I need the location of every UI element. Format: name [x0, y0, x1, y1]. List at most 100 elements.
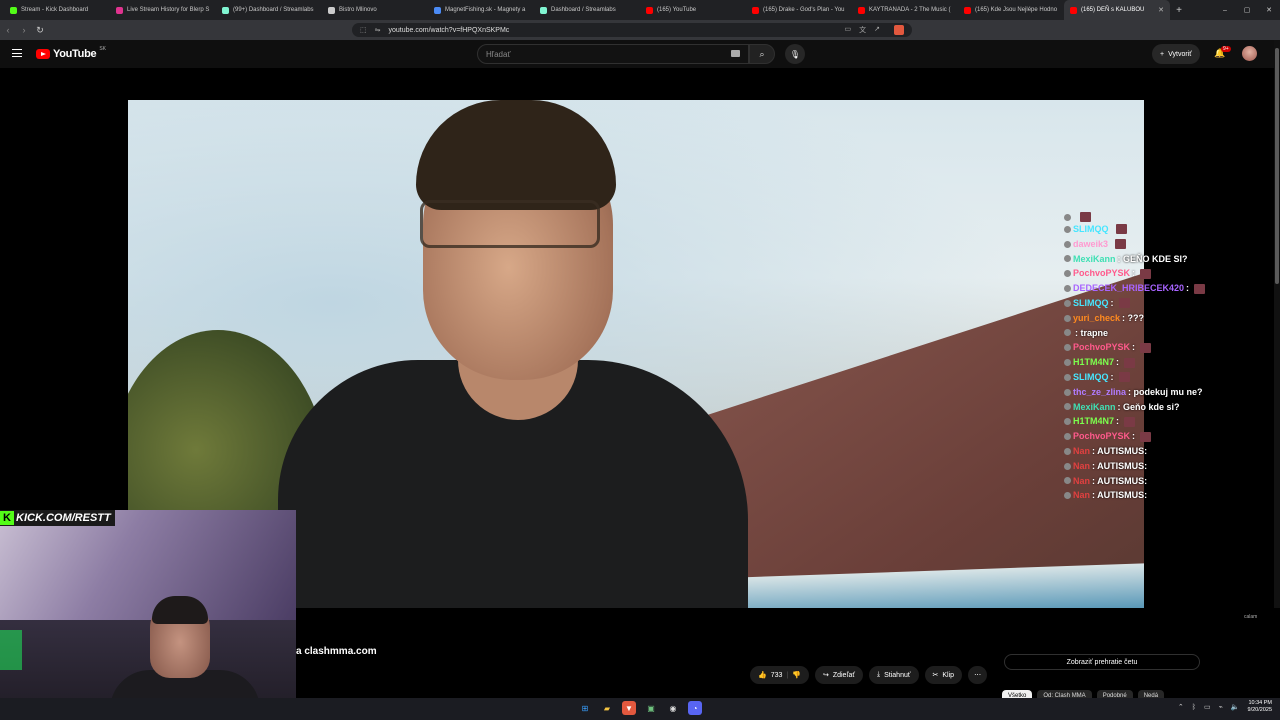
thumbs-down-icon[interactable]: 👎	[792, 671, 801, 679]
browser-tab[interactable]: Bistro Mlinovo	[322, 0, 428, 20]
chat-badge-icon	[1064, 213, 1071, 221]
close-window-icon[interactable]: ✕	[1258, 0, 1280, 20]
video-watermark: calam	[1244, 614, 1258, 620]
tab-label: (165) Drake - God's Plan - You	[763, 7, 845, 13]
more-actions-button[interactable]: ⋯	[968, 666, 988, 684]
display-icon[interactable]: ▭	[1204, 703, 1211, 711]
chat-message: H1TM4N7:	[1064, 355, 1264, 370]
browser-tab[interactable]: MagnetFishing.sk - Magnety a	[428, 0, 534, 20]
address-bar-row: ‹ › ↻ ⬚ ⇋ youtube.com/watch?v=fHPQXnSKPM…	[0, 20, 1280, 55]
keyboard-icon[interactable]	[731, 50, 740, 57]
browser-tab[interactable]: (165) Drake - God's Plan - You	[746, 0, 852, 20]
share-icon[interactable]: ↗	[874, 25, 880, 35]
file-explorer-icon[interactable]: ▰	[600, 701, 614, 715]
scrollbar-thumb[interactable]	[1275, 48, 1279, 284]
chat-message: MexiKann: Geňo kde si?	[1064, 400, 1264, 415]
chat-text: : AUTISMUS:	[1092, 475, 1148, 486]
chat-badge-icon	[1064, 314, 1071, 322]
clip-button[interactable]: ✂ Klip	[924, 666, 963, 684]
webcam-wall	[0, 510, 296, 620]
clip-label: Klip	[942, 671, 955, 679]
chat-text: :	[1110, 371, 1114, 382]
tab-label: (165) YouTube	[657, 7, 697, 13]
browser-tab[interactable]: (165) DEŇ s KALUBOU ✕	[1064, 0, 1170, 20]
plus-icon: +	[1160, 50, 1165, 58]
chat-text: :	[1116, 357, 1120, 368]
tab-label: Bistro Mlinovo	[339, 7, 377, 13]
bookmark-icon[interactable]: ⬚	[360, 26, 367, 34]
chat-emote-icon	[1140, 431, 1152, 442]
like-button[interactable]: 👍 733 | 👎	[750, 666, 809, 684]
chat-badge-icon	[1064, 447, 1071, 455]
system-tray: ⌃ ᛒ ▭ ⌁ 🔈 10:34 PM 9/20/2025	[1178, 700, 1272, 714]
volume-icon[interactable]: 🔈	[1231, 703, 1240, 711]
clock-time: 10:34 PM	[1248, 700, 1272, 706]
discord-icon[interactable]: ◔	[688, 701, 702, 715]
search-input[interactable]: Hľadať	[477, 44, 749, 64]
browser-tab[interactable]: (165) YouTube	[640, 0, 746, 20]
browser-tab[interactable]: (99+) Dashboard / Streamlabs	[216, 0, 322, 20]
chat-message: Nan: AUTISMUS:	[1064, 474, 1264, 489]
show-chat-replay-button[interactable]: Zobraziť prehratie četu	[1004, 654, 1200, 670]
share-button[interactable]: ↪ Zdieľať	[814, 666, 864, 684]
search-button[interactable]: ⌕	[749, 44, 775, 64]
chat-badge-icon	[1064, 225, 1071, 233]
more-dots-icon: ⋯	[974, 672, 982, 679]
brave-shield-icon[interactable]	[894, 25, 904, 35]
back-icon[interactable]: ‹	[0, 20, 16, 40]
chat-username: PochvoPYSK	[1073, 431, 1131, 442]
brave-browser-icon[interactable]: ▼	[622, 701, 636, 715]
network-icon[interactable]: ⌁	[1219, 703, 1223, 711]
browser-tab[interactable]: Dashboard / Streamlabs	[534, 0, 640, 20]
new-tab-button[interactable]: +	[1170, 0, 1188, 20]
youtube-logo[interactable]: YouTube SK	[36, 46, 106, 60]
hamburger-menu-icon[interactable]	[12, 49, 22, 57]
chat-username: MexiKann	[1073, 401, 1116, 412]
create-button[interactable]: + Vytvoriť	[1152, 44, 1200, 64]
chat-emote-icon	[1140, 268, 1152, 279]
chat-text: : AUTISMUS:	[1092, 460, 1148, 471]
tab-favicon-icon	[1070, 6, 1077, 14]
cast-icon[interactable]: ▭	[845, 25, 852, 35]
maximize-icon[interactable]: ▢	[1236, 0, 1258, 20]
voice-search-button[interactable]: 🎙	[785, 44, 805, 64]
tab-favicon-icon	[540, 6, 547, 14]
browser-tab[interactable]: Stream - Kick Dashboard	[4, 0, 110, 20]
browser-tab[interactable]: (165) Kde Jsou Nejlépe Hodno	[958, 0, 1064, 20]
site-info-icon[interactable]: ⇋	[375, 26, 381, 34]
minimize-icon[interactable]: –	[1214, 0, 1236, 20]
windows-taskbar: ⊞ ▰ ▼ ▣ ◉ ◔ ⌃ ᛒ ▭ ⌁ 🔈 10:34 PM 9/20/2025	[0, 698, 1280, 720]
tab-close-icon[interactable]: ✕	[1158, 6, 1164, 14]
chat-username: SLIMQQ	[1073, 371, 1109, 382]
chat-message: Nan: AUTISMUS:	[1064, 459, 1264, 474]
browser-tab[interactable]: KAYTRANADA - 2 The Music (	[852, 0, 958, 20]
tray-chevron-icon[interactable]: ⌃	[1178, 703, 1184, 711]
share-label: Zdieľať	[832, 671, 856, 679]
chat-badge-icon	[1064, 329, 1071, 337]
create-label: Vytvoriť	[1168, 50, 1192, 58]
chat-username: thc_ze_zlina	[1073, 386, 1127, 397]
kick-channel-url: KICK.COM/RESTT	[16, 512, 111, 524]
chat-message	[1064, 212, 1264, 222]
windows-start-icon[interactable]: ⊞	[578, 701, 592, 715]
download-button[interactable]: ⤓ Stiahnuť	[869, 666, 919, 684]
reload-icon[interactable]: ↻	[32, 20, 48, 40]
chat-text: : ???	[1122, 312, 1145, 323]
account-avatar[interactable]	[1242, 46, 1257, 61]
forward-icon[interactable]: ›	[16, 20, 32, 40]
chat-username: MexiKann	[1073, 253, 1116, 264]
clock[interactable]: 10:34 PM 9/20/2025	[1248, 700, 1272, 714]
url-field[interactable]: ⬚ ⇋ youtube.com/watch?v=fHPQXnSKPMc ▭ 文 …	[352, 23, 912, 37]
thumbs-up-icon: 👍	[758, 672, 767, 679]
terminal-icon[interactable]: ▣	[644, 701, 658, 715]
chat-message: Nan: AUTISMUS:	[1064, 444, 1264, 459]
browser-tab[interactable]: Live Stream History for Blerp S	[110, 0, 216, 20]
bluetooth-icon[interactable]: ᛒ	[1192, 704, 1196, 711]
obs-icon[interactable]: ◉	[666, 701, 680, 715]
chat-text: : trapne	[1075, 327, 1109, 338]
chat-text: : Geňo kde si?	[1117, 401, 1180, 412]
chat-username: daweik3	[1073, 238, 1109, 249]
tab-label: MagnetFishing.sk - Magnety a	[445, 7, 526, 13]
region-code: SK	[99, 46, 106, 52]
translate-icon[interactable]: 文	[859, 25, 866, 35]
